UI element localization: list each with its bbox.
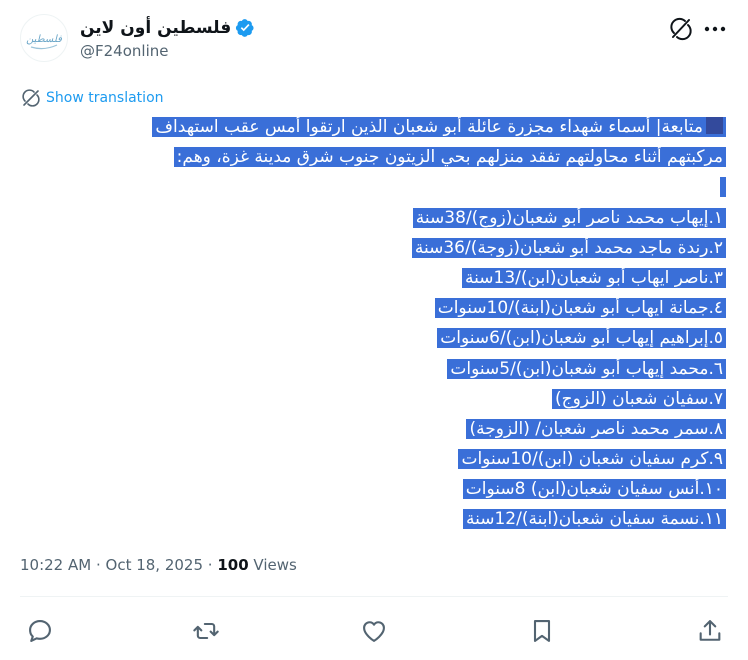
tweet-line-text: ٥.إبراهيم إيهاب أبو شعبان(ابن)/6سنوات bbox=[437, 328, 726, 349]
tweet-line-text: ١٠.أنس سفيان شعبان(ابن) 8سنوات bbox=[462, 479, 726, 500]
tweet-meta: 10:22 AM · Oct 18, 2025 · 100 Views bbox=[20, 556, 297, 574]
tweet-line-text: ٦.محمد إيهاب أبو شعبان(ابن)/5سنوات bbox=[447, 358, 726, 379]
like-icon bbox=[363, 621, 385, 642]
tweet-line-content: متابعة| أسماء شهداء مجزرة عائلة أبو شعبا… bbox=[155, 117, 703, 137]
tweet-line-text: ٩.كرم سفيان شعبان (ابن)/10سنوات bbox=[458, 449, 726, 470]
tweet-line: ٤.جمانة ايهاب أبو شعبان(ابنة)/10سنوات bbox=[26, 293, 726, 323]
views-label: Views bbox=[253, 556, 297, 574]
reply-button[interactable] bbox=[26, 617, 54, 645]
translate-icon bbox=[22, 89, 40, 107]
grok-button[interactable] bbox=[668, 16, 694, 42]
tweet-line-text: ١.إيهاب محمد ناصر أبو شعبان(زوج)/38سنة bbox=[412, 207, 726, 228]
tweet-line-text: متابعة| أسماء شهداء مجزرة عائلة أبو شعبا… bbox=[152, 117, 726, 137]
repost-icon bbox=[193, 622, 219, 640]
share-button[interactable] bbox=[696, 617, 724, 645]
tweet-line: ١.إيهاب محمد ناصر أبو شعبان(زوج)/38سنة bbox=[26, 203, 726, 233]
divider bbox=[20, 596, 728, 597]
tweet-line: ٢.رندة ماجد محمد أبو شعبان(زوجة)/36سنة bbox=[26, 233, 726, 263]
tweet-line bbox=[26, 172, 726, 202]
emoji-icon bbox=[706, 117, 723, 134]
tweet-line: ٩.كرم سفيان شعبان (ابن)/10سنوات bbox=[26, 444, 726, 474]
repost-button[interactable] bbox=[192, 617, 220, 645]
tweet-line: ١١.نسمة سفيان شعبان(ابنة)/12سنة bbox=[26, 504, 726, 534]
verified-badge-icon bbox=[236, 19, 254, 37]
tweet-line: ٨.سمر محمد ناصر شعبان/ (الزوجة) bbox=[26, 414, 726, 444]
display-name[interactable]: فلسطين أون لاين bbox=[80, 18, 231, 38]
show-translation-label[interactable]: Show translation bbox=[46, 90, 164, 106]
tweet-line-text: ١١.نسمة سفيان شعبان(ابنة)/12سنة bbox=[462, 509, 726, 530]
avatar[interactable]: فلسطين bbox=[20, 14, 68, 62]
tweet-line: ٥.إبراهيم إيهاب أبو شعبان(ابن)/6سنوات bbox=[26, 323, 726, 353]
like-button[interactable] bbox=[360, 617, 388, 645]
tweet-line: ١٠.أنس سفيان شعبان(ابن) 8سنوات bbox=[26, 474, 726, 504]
more-button[interactable] bbox=[700, 16, 730, 42]
tweet-line: ٧.سفيان شعبان (الزوج) bbox=[26, 384, 726, 414]
tweet-text: متابعة| أسماء شهداء مجزرة عائلة أبو شعبا… bbox=[26, 112, 726, 535]
bookmark-button[interactable] bbox=[528, 617, 556, 645]
tweet-line-text: ٣.ناصر ايهاب أبو شعبان(ابن)/13سنة bbox=[462, 267, 726, 288]
tweet-line-text: ٢.رندة ماجد محمد أبو شعبان(زوجة)/36سنة bbox=[411, 237, 726, 258]
avatar-logo: فلسطين bbox=[26, 34, 62, 50]
tweet-header: فلسطين فلسطين أون لاين @F24online bbox=[0, 0, 748, 80]
tweet-line: ٦.محمد إيهاب أبو شعبان(ابن)/5سنوات bbox=[26, 354, 726, 384]
tweet-line-text: ٧.سفيان شعبان (الزوج) bbox=[552, 388, 726, 409]
avatar-logo-text: فلسطين bbox=[26, 34, 62, 45]
action-bar bbox=[0, 605, 748, 657]
display-name-row[interactable]: فلسطين أون لاين bbox=[80, 16, 255, 40]
meta-separator: · bbox=[91, 556, 106, 574]
handle[interactable]: @F24online bbox=[80, 42, 168, 60]
meta-separator: · bbox=[203, 556, 218, 574]
show-translation-link[interactable]: Show translation bbox=[22, 88, 164, 108]
more-icon bbox=[704, 26, 726, 32]
tweet-line-text: ٤.جمانة ايهاب أبو شعبان(ابنة)/10سنوات bbox=[434, 298, 726, 319]
tweet-line: متابعة| أسماء شهداء مجزرة عائلة أبو شعبا… bbox=[26, 112, 726, 142]
tweet-date[interactable]: Oct 18, 2025 bbox=[106, 556, 204, 574]
bookmark-icon bbox=[533, 620, 551, 642]
tweet-line-text: ٨.سمر محمد ناصر شعبان/ (الزوجة) bbox=[466, 418, 726, 439]
tweet-line: ٣.ناصر ايهاب أبو شعبان(ابن)/13سنة bbox=[26, 263, 726, 293]
tweet-line-text bbox=[720, 177, 726, 198]
reply-icon bbox=[29, 620, 51, 642]
tweet-line-text: مركبتهم أثناء محاولتهم تفقد منزلهم بحي ا… bbox=[173, 147, 726, 168]
share-icon bbox=[699, 620, 721, 641]
views-count: 100 bbox=[217, 556, 249, 574]
tweet-time[interactable]: 10:22 AM bbox=[20, 556, 91, 574]
grok-icon bbox=[670, 17, 692, 41]
tweet-line: مركبتهم أثناء محاولتهم تفقد منزلهم بحي ا… bbox=[26, 142, 726, 172]
